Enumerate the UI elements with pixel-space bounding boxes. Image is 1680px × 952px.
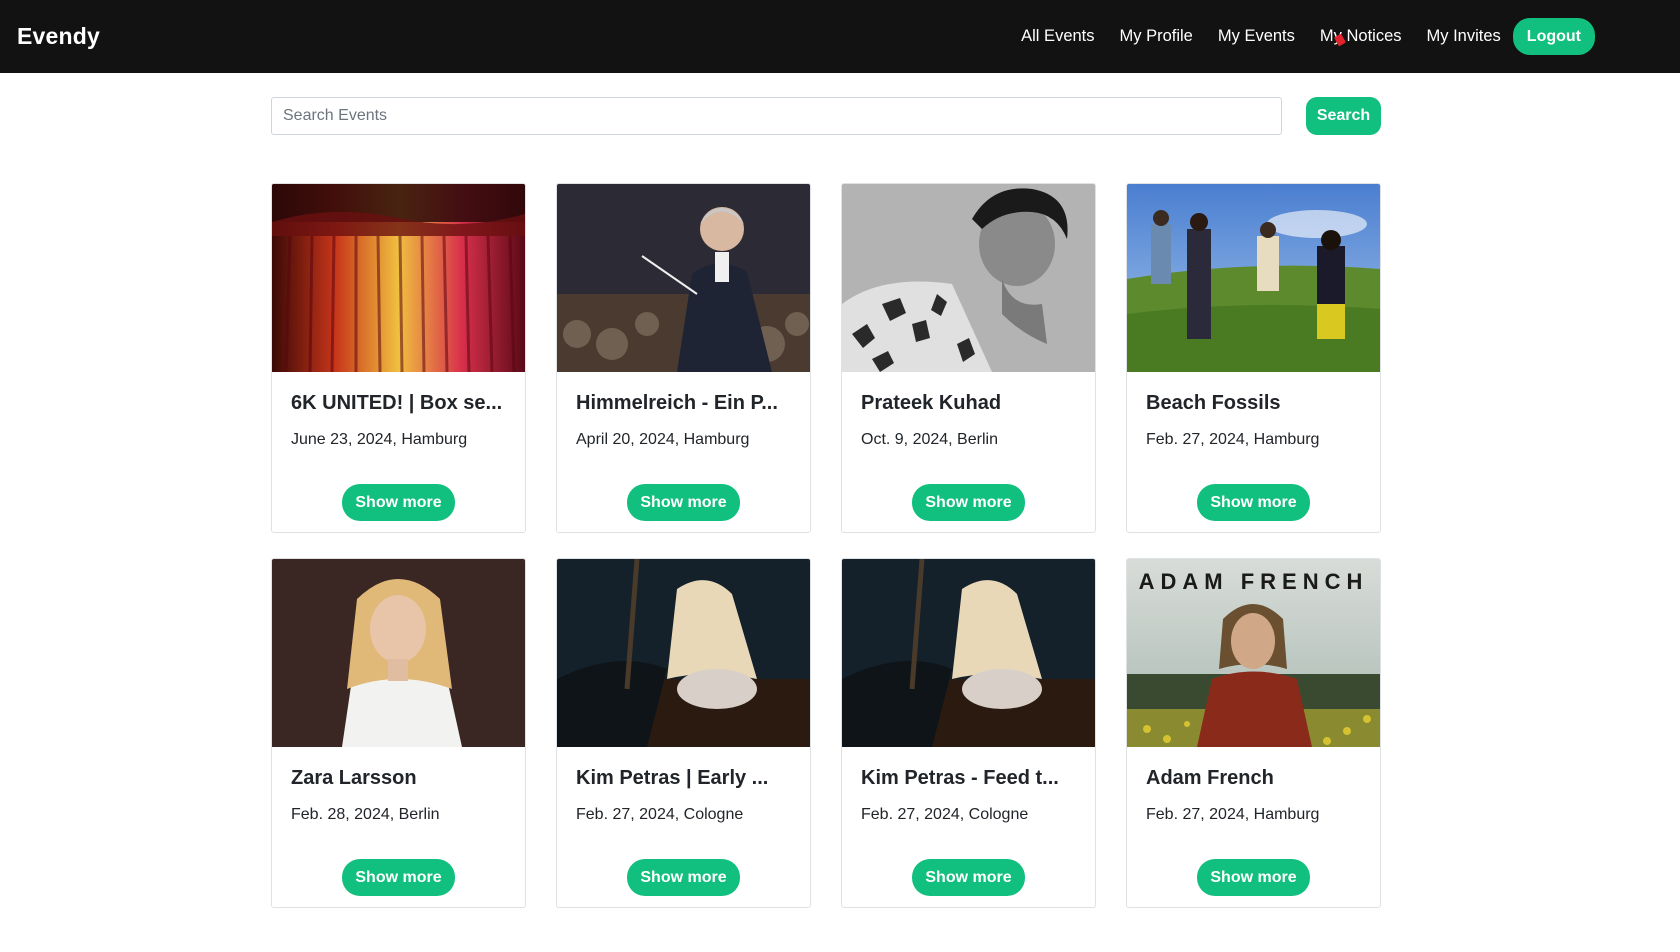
event-date-location: Feb. 27, 2024, Hamburg	[1146, 806, 1320, 823]
nav-link-my-notices[interactable]: My Notices	[1320, 27, 1402, 46]
event-title: Beach Fossils	[1146, 392, 1281, 414]
event-card: ADAM FRENCH Adam French Feb. 27, 2024, H…	[1126, 558, 1381, 908]
event-image-adam-french[interactable]: ADAM FRENCH	[1127, 559, 1380, 747]
nav-link-my-invites[interactable]: My Invites	[1427, 27, 1501, 46]
nav-link-all-events[interactable]: All Events	[1021, 27, 1094, 46]
event-date-location: June 23, 2024, Hamburg	[291, 431, 468, 448]
search-input[interactable]	[271, 97, 1282, 135]
event-card: Kim Petras - Feed t... Feb. 27, 2024, Co…	[841, 558, 1096, 908]
card-body: Himmelreich - Ein P... April 20, 2024, H…	[557, 372, 810, 532]
event-image-portrait-bw[interactable]	[842, 184, 1095, 372]
event-date-location: Feb. 27, 2024, Cologne	[576, 806, 744, 823]
event-card: Prateek Kuhad Oct. 9, 2024, Berlin Show …	[841, 183, 1096, 533]
event-card: Himmelreich - Ein P... April 20, 2024, H…	[556, 183, 811, 533]
event-title: 6K UNITED! | Box se...	[291, 392, 503, 414]
event-image-conductor[interactable]	[557, 184, 810, 372]
event-image-stage-curtain[interactable]	[272, 184, 525, 372]
card-body: 6K UNITED! | Box se... June 23, 2024, Ha…	[272, 372, 525, 532]
event-title: Kim Petras | Early ...	[576, 767, 769, 789]
logout-button[interactable]: Logout	[1512, 18, 1595, 55]
show-more-button[interactable]: Show more	[912, 859, 1025, 896]
show-more-button[interactable]: Show more	[1197, 859, 1310, 896]
event-card: 6K UNITED! | Box se... June 23, 2024, Ha…	[271, 183, 526, 533]
event-date-location: April 20, 2024, Hamburg	[576, 431, 750, 448]
show-more-button[interactable]: Show more	[627, 859, 740, 896]
event-card: Zara Larsson Feb. 28, 2024, Berlin Show …	[271, 558, 526, 908]
search-bar: Search	[271, 97, 1381, 135]
nav-link-my-events[interactable]: My Events	[1218, 27, 1295, 46]
event-title: Kim Petras - Feed t...	[861, 767, 1059, 789]
show-more-button[interactable]: Show more	[627, 484, 740, 521]
event-title: Prateek Kuhad	[861, 392, 1002, 414]
event-image-band-field[interactable]	[1127, 184, 1380, 372]
nav-links: All Events My Profile My Events My Notic…	[996, 18, 1595, 55]
event-date-location: Feb. 27, 2024, Cologne	[861, 806, 1029, 823]
show-more-button[interactable]: Show more	[342, 484, 455, 521]
event-image-dark-water[interactable]	[842, 559, 1095, 747]
brand-logo[interactable]: Evendy	[17, 23, 100, 50]
events-grid: 6K UNITED! | Box se... June 23, 2024, Ha…	[271, 183, 1381, 908]
card-body: Zara Larsson Feb. 28, 2024, Berlin Show …	[272, 747, 525, 907]
event-image-dark-water[interactable]	[557, 559, 810, 747]
search-button[interactable]: Search	[1306, 97, 1381, 135]
show-more-button[interactable]: Show more	[912, 484, 1025, 521]
card-body: Kim Petras - Feed t... Feb. 27, 2024, Co…	[842, 747, 1095, 907]
event-date-location: Oct. 9, 2024, Berlin	[861, 431, 998, 448]
event-title: Himmelreich - Ein P...	[576, 392, 778, 414]
event-date-location: Feb. 28, 2024, Berlin	[291, 806, 440, 823]
show-more-button[interactable]: Show more	[342, 859, 455, 896]
event-title: Zara Larsson	[291, 767, 417, 789]
event-title: Adam French	[1146, 767, 1274, 789]
card-body: Prateek Kuhad Oct. 9, 2024, Berlin Show …	[842, 372, 1095, 532]
top-navbar: Evendy All Events My Profile My Events M…	[0, 0, 1680, 73]
image-overlay-text: ADAM FRENCH	[1138, 569, 1369, 594]
card-body: Adam French Feb. 27, 2024, Hamburg Show …	[1127, 747, 1380, 907]
card-body: Kim Petras | Early ... Feb. 27, 2024, Co…	[557, 747, 810, 907]
event-card: Beach Fossils Feb. 27, 2024, Hamburg Sho…	[1126, 183, 1381, 533]
nav-link-my-profile[interactable]: My Profile	[1120, 27, 1193, 46]
event-image-portrait-blonde[interactable]	[272, 559, 525, 747]
show-more-button[interactable]: Show more	[1197, 484, 1310, 521]
card-body: Beach Fossils Feb. 27, 2024, Hamburg Sho…	[1127, 372, 1380, 532]
event-date-location: Feb. 27, 2024, Hamburg	[1146, 431, 1320, 448]
event-card: Kim Petras | Early ... Feb. 27, 2024, Co…	[556, 558, 811, 908]
